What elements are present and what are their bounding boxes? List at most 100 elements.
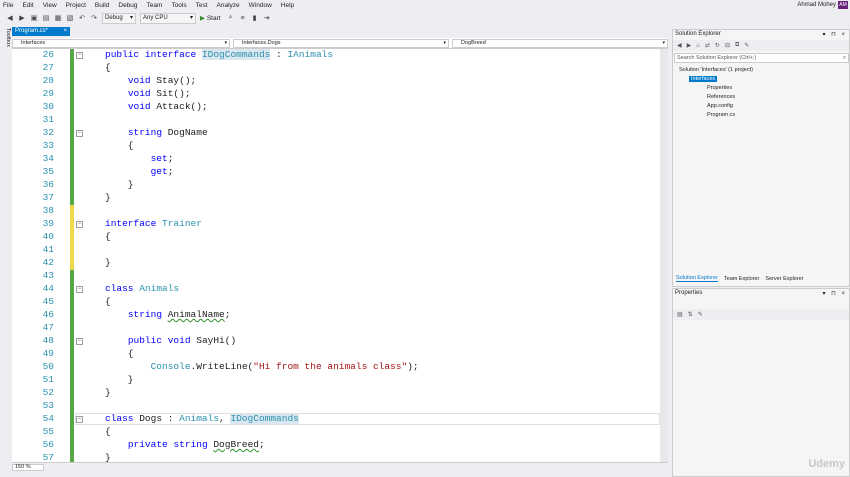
solution-explorer-toolbar: ◀ ▶ ⌂ ⇄ ↻ ⊟ ⧉ ✎ bbox=[673, 40, 849, 51]
code-line[interactable]: } bbox=[105, 452, 111, 462]
avatar[interactable]: AM bbox=[838, 1, 848, 9]
code-line[interactable]: string AnimalName; bbox=[105, 309, 231, 320]
menu-item-project[interactable]: Project bbox=[66, 2, 86, 9]
code-line[interactable]: class Animals bbox=[105, 283, 179, 294]
home-icon[interactable]: ⌂ bbox=[696, 43, 700, 49]
sync-icon[interactable]: ⇄ bbox=[705, 42, 710, 49]
line-number: 42 bbox=[42, 257, 54, 268]
menu-item-view[interactable]: View bbox=[43, 2, 57, 9]
line-number: 46 bbox=[42, 309, 54, 320]
class-dropdown[interactable]: Interfaces.Dogs bbox=[233, 39, 449, 48]
forward-icon[interactable]: ▶ bbox=[18, 14, 26, 22]
code-line[interactable]: { bbox=[105, 231, 111, 242]
vertical-scrollbar[interactable] bbox=[660, 49, 668, 462]
menu-item-edit[interactable]: Edit bbox=[22, 2, 33, 9]
code-line[interactable]: } bbox=[105, 374, 134, 385]
project-dropdown[interactable]: Interfaces bbox=[12, 39, 230, 48]
code-line[interactable]: } bbox=[105, 387, 111, 398]
close-icon[interactable]: × bbox=[63, 27, 67, 36]
alphabetical-icon[interactable]: ⇅ bbox=[688, 311, 693, 318]
code-line[interactable]: } bbox=[105, 192, 111, 203]
show-all-icon[interactable]: ⧉ bbox=[735, 42, 739, 49]
navigation-bar: Interfaces Interfaces.Dogs DogBreed bbox=[12, 38, 668, 49]
save-icon[interactable]: ▦ bbox=[54, 14, 62, 22]
tree-item-project[interactable]: Interfaces bbox=[689, 76, 718, 82]
menu-item-team[interactable]: Team bbox=[147, 2, 163, 9]
tab-team-explorer[interactable]: Team Explorer bbox=[724, 276, 759, 282]
user-name[interactable]: Ahmad Mohey bbox=[797, 2, 836, 8]
code-line[interactable]: { bbox=[105, 348, 134, 359]
redo-icon[interactable]: ↷ bbox=[90, 14, 98, 22]
code-line[interactable]: void Stay(); bbox=[105, 75, 196, 86]
tree-item-properties[interactable]: Properties bbox=[707, 85, 732, 91]
code-line[interactable]: { bbox=[105, 296, 111, 307]
menu-item-help[interactable]: Help bbox=[281, 2, 294, 9]
menu-item-debug[interactable]: Debug bbox=[118, 2, 137, 9]
code-line[interactable]: public interface IDogCommands : IAnimals bbox=[105, 49, 333, 60]
fold-toggle-icon[interactable]: − bbox=[76, 221, 83, 228]
zoom-bar: 150 % bbox=[12, 462, 668, 471]
menu-item-test[interactable]: Test bbox=[196, 2, 208, 9]
menu-item-tools[interactable]: Tools bbox=[171, 2, 186, 9]
save-all-icon[interactable]: ▧ bbox=[66, 14, 74, 22]
code-line[interactable]: { bbox=[105, 62, 111, 73]
menu-item-window[interactable]: Window bbox=[249, 2, 272, 9]
panel-controls[interactable]: ▾ ⊓ × bbox=[822, 290, 847, 297]
start-button[interactable]: Start bbox=[200, 14, 221, 22]
new-project-icon[interactable]: ▣ bbox=[30, 14, 38, 22]
fold-toggle-icon[interactable]: − bbox=[76, 130, 83, 137]
back-icon[interactable]: ◀ bbox=[6, 14, 14, 22]
categorized-icon[interactable]: ▤ bbox=[677, 311, 683, 318]
forward-icon[interactable]: ▶ bbox=[687, 42, 692, 49]
code-line[interactable]: Console.WriteLine("Hi from the animals c… bbox=[105, 361, 419, 372]
config-combo[interactable]: Debug bbox=[102, 12, 136, 24]
toolbox-tab[interactable]: Toolbox bbox=[0, 26, 11, 48]
back-icon[interactable]: ◀ bbox=[677, 42, 682, 49]
code-editor[interactable]: 26 public interface IDogCommands : IAnima… bbox=[12, 49, 660, 462]
menu-item-file[interactable]: File bbox=[3, 2, 13, 9]
tree-item-references[interactable]: References bbox=[707, 94, 735, 100]
comment-icon[interactable]: ≡ bbox=[239, 14, 247, 22]
code-line[interactable]: void Attack(); bbox=[105, 101, 208, 112]
search-icon[interactable]: ⌕ bbox=[843, 54, 846, 62]
current-line-highlight bbox=[75, 413, 660, 425]
wrench-icon[interactable]: ✎ bbox=[698, 311, 703, 318]
open-icon[interactable]: ▤ bbox=[42, 14, 50, 22]
code-line[interactable]: { bbox=[105, 426, 111, 437]
line-number: 29 bbox=[42, 88, 54, 99]
code-line[interactable]: set; bbox=[105, 153, 174, 164]
indent-icon[interactable]: ⇥ bbox=[263, 14, 271, 22]
zoom-combo[interactable]: 150 % bbox=[12, 464, 44, 471]
menu-item-analyze[interactable]: Analyze bbox=[217, 2, 240, 9]
code-line[interactable]: private string DogBreed; bbox=[105, 439, 265, 450]
solution-search-input[interactable]: Search Solution Explorer (Ctrl+;) ⌕ bbox=[674, 53, 849, 63]
member-dropdown[interactable]: DogBreed bbox=[452, 39, 668, 48]
code-line[interactable]: } bbox=[105, 257, 111, 268]
code-line[interactable]: } bbox=[105, 179, 134, 190]
panel-controls[interactable]: ▾ ⊓ × bbox=[822, 31, 847, 38]
find-icon[interactable]: ⌕ bbox=[227, 14, 235, 22]
fold-toggle-icon[interactable]: − bbox=[76, 338, 83, 345]
platform-combo[interactable]: Any CPU bbox=[140, 12, 196, 24]
menu-item-build[interactable]: Build bbox=[95, 2, 109, 9]
code-line[interactable]: { bbox=[105, 140, 134, 151]
code-line[interactable]: string DogName bbox=[105, 127, 208, 138]
code-line[interactable]: interface Trainer bbox=[105, 218, 202, 229]
code-line[interactable]: void Sit(); bbox=[105, 88, 191, 99]
line-number: 57 bbox=[42, 452, 54, 462]
refresh-icon[interactable]: ↻ bbox=[715, 42, 720, 49]
tree-item-program-cs[interactable]: Program.cs bbox=[707, 112, 735, 118]
tab-solution-explorer[interactable]: Solution Explorer bbox=[676, 275, 718, 282]
tab-program-cs[interactable]: Program.cs* × bbox=[12, 27, 70, 36]
tree-item-solution[interactable]: Solution 'Interfaces' (1 project) bbox=[679, 67, 753, 73]
fold-toggle-icon[interactable]: − bbox=[76, 52, 83, 59]
bookmark-icon[interactable]: ▮ bbox=[251, 14, 259, 22]
properties-icon[interactable]: ✎ bbox=[744, 42, 749, 49]
collapse-icon[interactable]: ⊟ bbox=[725, 42, 730, 49]
code-line[interactable]: public void SayHi() bbox=[105, 335, 236, 346]
tab-server-explorer[interactable]: Server Explorer bbox=[765, 276, 803, 282]
undo-icon[interactable]: ↶ bbox=[78, 14, 86, 22]
code-line[interactable]: get; bbox=[105, 166, 174, 177]
tree-item-app-config[interactable]: App.config bbox=[707, 103, 733, 109]
fold-toggle-icon[interactable]: − bbox=[76, 286, 83, 293]
